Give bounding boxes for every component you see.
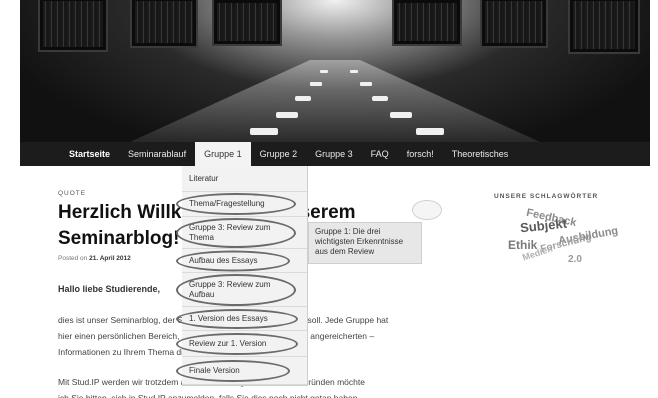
tag-cloud: Feedback Subjekt Ausbildung Ethik Forsch… [498, 207, 638, 292]
submenu-flyout-item[interactable]: Gruppe 1: Die drei wichtigsten Erkenntni… [308, 222, 422, 264]
nav-item-theoretisches[interactable]: Theoretisches [443, 142, 518, 166]
nav-item-seminarablauf[interactable]: Seminarablauf [119, 142, 195, 166]
main-navigation: Startseite Seminarablauf Gruppe 1 Gruppe… [20, 142, 650, 166]
sidebar-tags-title: UNSERE SCHLAGWÖRTER [494, 193, 599, 200]
menu-item-label: Review zur 1. Version [189, 338, 267, 348]
post-greeting: Hallo liebe Studierende, [58, 284, 161, 294]
menu-item-finale-version[interactable]: Finale Version [176, 357, 307, 385]
menu-item-label: 1. Version des Essays [189, 313, 268, 323]
post-date-line: Posted on 21. April 2012 [58, 255, 131, 262]
nav-item-gruppe-1[interactable]: Gruppe 1 [195, 142, 251, 166]
nav-item-faq[interactable]: FAQ [362, 142, 398, 166]
nav-item-gruppe-3[interactable]: Gruppe 3 [306, 142, 362, 166]
menu-item-label: Aufbau des Essays [189, 255, 258, 265]
menu-item-gruppe-3-review-aufbau[interactable]: Gruppe 3: Review zum Aufbau [176, 273, 307, 307]
menu-item-1-version-essays[interactable]: 1. Version des Essays [176, 307, 307, 331]
flyout-label: Gruppe 1: Die drei wichtigsten Erkenntni… [315, 227, 404, 256]
menu-item-gruppe-3-review-thema[interactable]: Gruppe 3: Review zum Thema [176, 217, 307, 249]
gruppe-1-dropdown-menu: Literatur Thema/Fragestellung Gruppe 3: … [176, 166, 308, 386]
posted-prefix: Posted on [58, 255, 88, 262]
menu-item-review-1-version[interactable]: Review zur 1. Version [176, 331, 307, 357]
tag-link[interactable]: 2.0 [568, 254, 582, 265]
header-banner-image [20, 0, 650, 142]
nav-item-gruppe-2[interactable]: Gruppe 2 [251, 142, 307, 166]
menu-item-aufbau-essays[interactable]: Aufbau des Essays [176, 249, 307, 273]
menu-item-thema-fragestellung[interactable]: Thema/Fragestellung [176, 192, 307, 217]
menu-item-label: Gruppe 3: Review zum Aufbau [189, 279, 271, 299]
banner-road-graphic [130, 60, 540, 142]
menu-item-label: Thema/Fragestellung [189, 199, 265, 208]
post-format-label: QUOTE [58, 190, 87, 197]
nav-item-startseite[interactable]: Startseite [60, 142, 119, 166]
nav-item-forsch[interactable]: forsch! [398, 142, 443, 166]
menu-item-literatur[interactable]: Literatur [182, 166, 307, 192]
menu-item-label: Literatur [189, 173, 219, 183]
paragraph-line: ich Sie bitten, sich in Stud.IP anzumeld… [58, 393, 360, 398]
post-date-link[interactable]: 21. April 2012 [89, 255, 131, 262]
speech-bubble-shape [412, 200, 442, 220]
menu-item-label: Gruppe 3: Review zum Thema [189, 222, 271, 242]
menu-item-label: Finale Version [189, 365, 240, 375]
